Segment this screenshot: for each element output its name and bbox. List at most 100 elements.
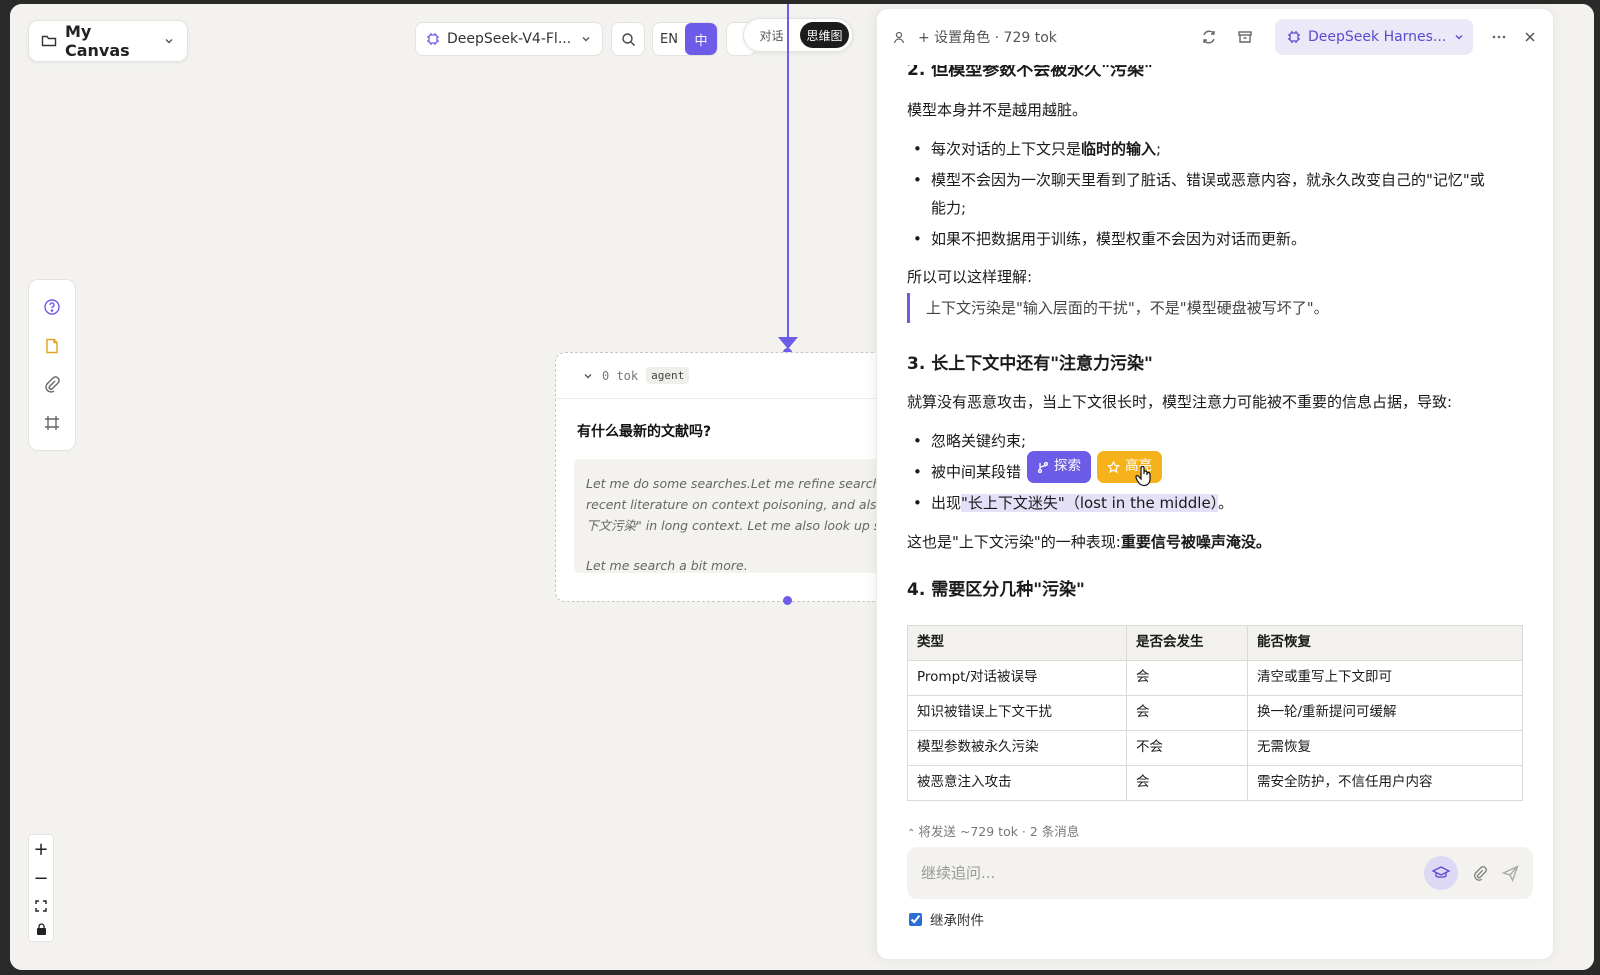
- fit-view-icon[interactable]: [35, 900, 47, 912]
- chip-icon: [426, 32, 440, 46]
- chevron-down-icon: [580, 33, 592, 45]
- zoom-controls: + −: [28, 834, 54, 942]
- paragraph: 模型本身并不是越用越脏。: [907, 101, 1088, 119]
- table-row: 被恶意注入攻击 会 需安全防护，不信任用户内容: [907, 765, 1523, 801]
- more-icon[interactable]: [1491, 29, 1507, 45]
- section-heading: 2. 但模型参数不会被永久"污染": [907, 65, 1153, 80]
- help-circle-icon[interactable]: [43, 298, 61, 316]
- canvas-title: My Canvas: [65, 22, 130, 60]
- paperclip-icon[interactable]: [43, 375, 61, 393]
- close-icon[interactable]: [1523, 30, 1537, 44]
- table-row: 知识被错误上下文干扰 会 换一轮/重新提问可缓解: [907, 695, 1523, 731]
- list-item: 模型不会因为一次聊天里看到了脏话、错误或恶意内容，就永久改变自己的"记忆"或: [907, 168, 1525, 196]
- chat-panel: + 设置角色 · 729 tok DeepSeek Harnes... 2. 但…: [876, 8, 1554, 960]
- list-item: 出现"长上下文迷失"（lost in the middle）。: [907, 491, 1525, 522]
- explore-button[interactable]: 探索: [1027, 451, 1091, 483]
- list-item: 被中间某段错: [907, 460, 1525, 491]
- table-cell: 被恶意注入攻击: [907, 765, 1127, 801]
- message-content: 2. 但模型参数不会被永久"污染" 模型本身并不是越用越脏。 每次对话的上下文只…: [907, 65, 1525, 809]
- list-item: 每次对话的上下文只是临时的输入;: [907, 137, 1525, 168]
- paragraph: 所以可以这样理解:: [907, 268, 1033, 286]
- mode-mindmap-button[interactable]: 思维图: [800, 22, 849, 48]
- table-cell: 不会: [1126, 730, 1248, 766]
- table-cell: 清空或重写上下文即可: [1247, 660, 1523, 696]
- selected-text[interactable]: "长上下文迷失"（lost in the middle）: [961, 494, 1219, 512]
- inherit-attachments[interactable]: 继承附件: [909, 909, 984, 929]
- table-cell: 会: [1126, 765, 1248, 801]
- table-cell: 模型参数被永久污染: [907, 730, 1127, 766]
- zoom-out-button[interactable]: −: [33, 870, 48, 888]
- app-window: My Canvas DeepSeek-V4-Fl... EN 中 对话 思维图: [10, 4, 1594, 970]
- paragraph: 就算没有恶意攻击，当上下文很长时，模型注意力可能被不重要的信息占据，导致:: [907, 393, 1453, 411]
- star-icon: [1107, 460, 1120, 474]
- chevron-down-icon: [1453, 31, 1465, 43]
- archive-icon[interactable]: [1237, 29, 1253, 45]
- branch-icon: [1037, 461, 1049, 473]
- composer-area: ⌃将发送 ~729 tok · 2 条消息 继承附件: [887, 813, 1543, 937]
- thinking-line: 下文污染" in long context. Let me also look …: [586, 518, 885, 533]
- lang-en-button[interactable]: EN: [653, 23, 685, 55]
- lang-zh-button[interactable]: 中: [685, 23, 717, 55]
- table-header-row: 类型 是否会发生 能否恢复: [907, 625, 1523, 661]
- edge-line: [787, 4, 789, 342]
- view-mode-toggle: 对话 思维图: [743, 18, 853, 52]
- blockquote: 上下文污染是"输入层面的干扰"，不是"模型硬盘被写坏了"。: [907, 293, 1525, 323]
- node-thinking-block: Let me do some searches.Let me refine se…: [574, 459, 885, 573]
- chevron-down-icon: [163, 35, 175, 47]
- node-output-handle[interactable]: [783, 596, 792, 605]
- folder-icon: [41, 33, 57, 49]
- section-heading: 3. 长上下文中还有"注意力污染": [907, 354, 1153, 374]
- followup-input[interactable]: [921, 864, 1410, 882]
- inherit-attachments-checkbox[interactable]: [909, 912, 922, 926]
- language-toggle: EN 中: [652, 22, 718, 56]
- chip-icon: [1287, 30, 1301, 44]
- search-button[interactable]: [611, 22, 645, 56]
- thinking-line: Let me search a bit more.: [586, 558, 748, 573]
- node-token-count: 0 tok: [602, 368, 639, 383]
- lock-icon[interactable]: [36, 923, 47, 936]
- section-heading: 4. 需要区分几种"污染": [907, 580, 1085, 600]
- graduation-cap-icon[interactable]: [1424, 856, 1458, 890]
- table-cell: 会: [1126, 695, 1248, 731]
- table-row: Prompt/对话被误导 会 清空或重写上下文即可: [907, 660, 1523, 696]
- bullet-list: 每次对话的上下文只是临时的输入; 模型不会因为一次聊天里看到了脏话、错误或恶意内…: [907, 137, 1525, 258]
- zoom-in-button[interactable]: +: [33, 840, 48, 859]
- set-role-button[interactable]: + 设置角色 · 729 tok: [918, 27, 1191, 47]
- model-selector[interactable]: DeepSeek-V4-Fl...: [415, 22, 603, 56]
- search-icon: [621, 32, 636, 47]
- table-cell: 知识被错误上下文干扰: [907, 695, 1127, 731]
- frame-icon[interactable]: [43, 414, 61, 432]
- table-cell: 会: [1126, 660, 1248, 696]
- table-header: 能否恢复: [1247, 625, 1523, 661]
- paperclip-icon[interactable]: [1472, 865, 1488, 881]
- send-icon[interactable]: [1502, 864, 1519, 882]
- canvas-selector[interactable]: My Canvas: [28, 20, 188, 62]
- note-icon[interactable]: [43, 337, 61, 355]
- tool-rail: [28, 279, 76, 451]
- panel-header: + 设置角色 · 729 tok DeepSeek Harnes...: [877, 9, 1553, 65]
- harness-name: DeepSeek Harnes...: [1308, 29, 1447, 45]
- chevron-down-icon[interactable]: [582, 370, 594, 382]
- send-info[interactable]: ⌃ 将发送 ~729 tok · 2 条消息: [887, 813, 1543, 840]
- harness-selector[interactable]: DeepSeek Harnes...: [1275, 19, 1473, 55]
- list-item: 忽略关键约束;: [907, 429, 1525, 460]
- thinking-line: recent literature on context poisoning, …: [586, 497, 885, 512]
- hand-cursor-icon: [1135, 465, 1153, 487]
- node-role-badge: agent: [646, 367, 690, 384]
- user-role-icon[interactable]: [893, 30, 908, 45]
- explore-label: 探索: [1054, 458, 1081, 475]
- list-item-continuation: 能力;: [931, 199, 967, 217]
- model-name: DeepSeek-V4-Fl...: [447, 31, 572, 47]
- table-cell: 无需恢复: [1247, 730, 1523, 766]
- node-question: 有什么最新的文献吗?: [577, 424, 712, 440]
- composer: [907, 847, 1533, 899]
- paragraph: 这也是"上下文污染"的一种表现:重要信号被噪声淹没。: [907, 533, 1271, 551]
- comparison-table: 类型 是否会发生 能否恢复 Prompt/对话被误导 会 清空或重写上下文即可 …: [907, 625, 1523, 801]
- refresh-icon[interactable]: [1201, 29, 1217, 45]
- inherit-attachments-label: 继承附件: [930, 913, 984, 929]
- table-row: 模型参数被永久污染 不会 无需恢复: [907, 730, 1523, 766]
- agent-node[interactable]: 0 tok agent 有什么最新的文献吗? Let me do some se…: [555, 352, 885, 602]
- bullet-list: 忽略关键约束; 被中间某段错 出现"长上下文迷失"（lost in the mi…: [907, 429, 1525, 522]
- chevron-up-icon: ⌃: [907, 828, 916, 839]
- table-cell: 换一轮/重新提问可缓解: [1247, 695, 1523, 731]
